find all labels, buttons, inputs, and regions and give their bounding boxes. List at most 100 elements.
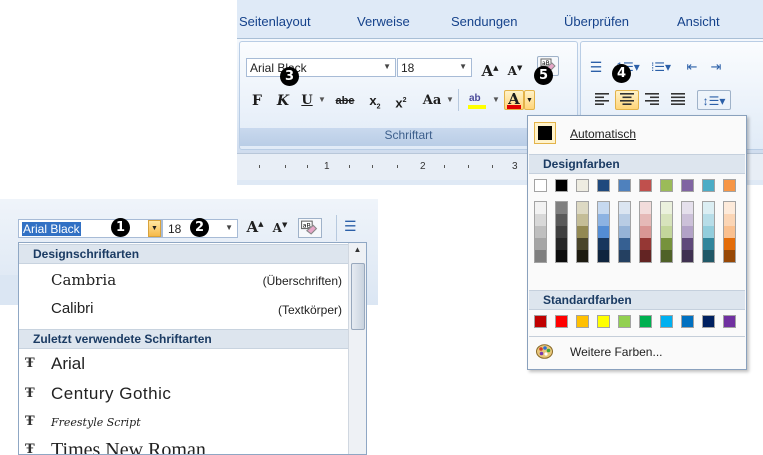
theme-shade-swatch[interactable] — [640, 202, 651, 214]
tab-verweise[interactable]: Verweise — [357, 14, 410, 29]
theme-shade-swatch[interactable] — [598, 238, 609, 250]
tab-sendungen[interactable]: Sendungen — [451, 14, 518, 29]
theme-shade-swatch[interactable] — [577, 226, 588, 238]
theme-shade-swatch[interactable] — [619, 202, 630, 214]
more-colors-item[interactable]: Weitere Farben... — [530, 340, 744, 364]
increase-indent-icon[interactable]: ⇥ — [705, 56, 727, 76]
tab-ansicht[interactable]: Ansicht — [677, 14, 720, 29]
theme-shade-swatch[interactable] — [661, 250, 672, 262]
justify-icon[interactable] — [667, 90, 689, 110]
chevron-down-icon[interactable]: ▼ — [492, 95, 500, 104]
theme-shade-swatch[interactable] — [556, 214, 567, 226]
tab-ueberpruefen[interactable]: Überprüfen — [564, 14, 629, 29]
font-list-scrollbar[interactable]: ▲ — [348, 243, 366, 454]
theme-color-swatch[interactable] — [639, 179, 652, 192]
shrink-font-button[interactable]: A▼ — [504, 57, 526, 78]
shrink-font-button-2[interactable]: A▼ — [269, 220, 291, 240]
theme-shade-swatch[interactable] — [577, 202, 588, 214]
theme-shade-swatch[interactable] — [661, 226, 672, 238]
theme-shade-swatch[interactable] — [661, 238, 672, 250]
theme-shade-swatch[interactable] — [703, 226, 714, 238]
font-name-dropdown-open[interactable]: ▼ — [148, 220, 161, 237]
theme-shade-swatch[interactable] — [619, 226, 630, 238]
standard-color-swatch[interactable] — [660, 315, 673, 328]
font-item-calibri[interactable]: Calibri (Textkörper) — [19, 296, 348, 324]
multilevel-list-icon[interactable]: ⁞☰▾ — [647, 56, 675, 76]
highlight-button[interactable]: ab — [464, 90, 490, 110]
chevron-down-icon[interactable]: ▼ — [225, 223, 233, 232]
standard-color-swatch[interactable] — [555, 315, 568, 328]
clear-formatting-button-2[interactable]: aB — [298, 218, 322, 238]
theme-shade-swatch[interactable] — [724, 202, 735, 214]
theme-shade-swatch[interactable] — [724, 214, 735, 226]
bullets-icon[interactable]: ☰ — [585, 56, 607, 76]
theme-shade-swatch[interactable] — [661, 214, 672, 226]
theme-shade-swatch[interactable] — [619, 214, 630, 226]
align-center-icon[interactable] — [615, 90, 639, 110]
theme-shade-swatch[interactable] — [577, 214, 588, 226]
theme-shade-swatch[interactable] — [535, 214, 546, 226]
theme-shade-swatch[interactable] — [619, 238, 630, 250]
standard-color-swatch[interactable] — [681, 315, 694, 328]
theme-shade-swatch[interactable] — [703, 238, 714, 250]
scroll-up-arrow-icon[interactable]: ▲ — [351, 245, 364, 257]
theme-shade-swatch[interactable] — [682, 202, 693, 214]
theme-shade-swatch[interactable] — [640, 238, 651, 250]
theme-shade-swatch[interactable] — [535, 238, 546, 250]
chevron-down-icon[interactable]: ▼ — [318, 95, 326, 104]
bullets-icon[interactable]: ☰ — [344, 218, 368, 238]
chevron-down-icon[interactable]: ▼ — [383, 62, 391, 71]
theme-shade-swatch[interactable] — [535, 202, 546, 214]
theme-shade-swatch[interactable] — [640, 250, 651, 262]
chevron-down-icon[interactable]: ▼ — [459, 62, 467, 71]
superscript-button[interactable]: x2 — [390, 90, 412, 110]
font-item-freestyle-script[interactable]: Ŧ Freestyle Script — [19, 409, 348, 437]
theme-shade-swatch[interactable] — [556, 250, 567, 262]
font-item-times-new-roman[interactable]: Ŧ Times New Roman — [19, 437, 348, 454]
decrease-indent-icon[interactable]: ⇤ — [681, 56, 703, 76]
theme-shade-swatch[interactable] — [703, 214, 714, 226]
theme-color-swatch[interactable] — [660, 179, 673, 192]
font-item-cambria[interactable]: Cambria (Überschriften) — [19, 267, 348, 295]
theme-shade-swatch[interactable] — [682, 250, 693, 262]
theme-color-swatch[interactable] — [597, 179, 610, 192]
theme-shade-swatch[interactable] — [682, 214, 693, 226]
theme-shade-swatch[interactable] — [577, 238, 588, 250]
theme-color-swatch[interactable] — [534, 179, 547, 192]
theme-shade-swatch[interactable] — [703, 250, 714, 262]
font-name-combo[interactable]: Arial Black ▼ — [246, 58, 396, 77]
theme-color-swatch[interactable] — [723, 179, 736, 192]
theme-shade-swatch[interactable] — [577, 250, 588, 262]
theme-shade-swatch[interactable] — [535, 250, 546, 262]
align-left-icon[interactable] — [591, 90, 613, 110]
theme-shade-swatch[interactable] — [640, 226, 651, 238]
theme-shade-swatch[interactable] — [598, 202, 609, 214]
change-case-button[interactable]: Aa — [418, 90, 446, 110]
font-color-button[interactable]: A — [504, 90, 524, 110]
standard-color-swatch[interactable] — [597, 315, 610, 328]
standard-color-swatch[interactable] — [723, 315, 736, 328]
grow-font-button-2[interactable]: A▲ — [243, 218, 267, 238]
theme-shade-swatch[interactable] — [703, 202, 714, 214]
theme-color-swatch[interactable] — [618, 179, 631, 192]
theme-shade-swatch[interactable] — [535, 226, 546, 238]
tab-seitenlayout[interactable]: Seitenlayout — [239, 14, 311, 29]
theme-shade-swatch[interactable] — [598, 214, 609, 226]
font-item-century-gothic[interactable]: Ŧ Century Gothic — [19, 381, 348, 409]
standard-color-swatch[interactable] — [618, 315, 631, 328]
underline-button[interactable]: U — [298, 90, 316, 110]
italic-button[interactable]: K — [272, 90, 294, 110]
automatic-color-item[interactable]: Automatisch — [530, 119, 744, 147]
font-color-dropdown[interactable]: ▼ — [524, 90, 535, 110]
font-size-combo[interactable]: 18 ▼ — [397, 58, 472, 77]
theme-shade-swatch[interactable] — [661, 202, 672, 214]
font-name-combo-active[interactable]: Arial Black — [18, 219, 162, 238]
standard-color-swatch[interactable] — [639, 315, 652, 328]
align-right-icon[interactable] — [641, 90, 663, 110]
theme-shade-swatch[interactable] — [556, 202, 567, 214]
subscript-button[interactable]: x2 — [364, 90, 386, 111]
grow-font-button[interactable]: A▲ — [478, 57, 502, 80]
theme-shade-swatch[interactable] — [640, 214, 651, 226]
font-item-arial[interactable]: Ŧ Arial — [19, 351, 348, 379]
standard-color-swatch[interactable] — [702, 315, 715, 328]
